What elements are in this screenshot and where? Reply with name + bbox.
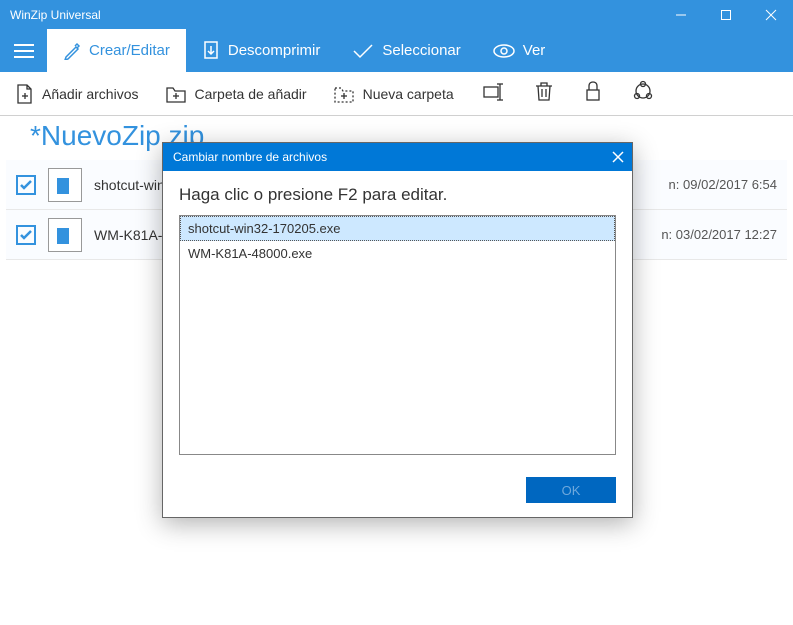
- new-folder-button[interactable]: Nueva carpeta: [333, 84, 454, 104]
- dialog-titlebar: Cambiar nombre de archivos: [163, 143, 632, 171]
- file-icon: [48, 168, 82, 202]
- maximize-button[interactable]: [703, 0, 748, 29]
- add-folder-button[interactable]: Carpeta de añadir: [165, 84, 307, 104]
- tab-label: Seleccionar: [382, 42, 460, 59]
- rename-icon[interactable]: [480, 79, 506, 108]
- hamburger-menu[interactable]: [0, 29, 47, 72]
- tab-create-edit[interactable]: Crear/Editar: [47, 29, 186, 72]
- folder-plus-icon: [165, 84, 187, 104]
- dialog-file-list[interactable]: shotcut-win32-170205.exe WM-K81A-48000.e…: [179, 215, 616, 455]
- tab-select[interactable]: Seleccionar: [336, 29, 476, 72]
- tab-label: Crear/Editar: [89, 42, 170, 59]
- tabbar: Crear/Editar Descomprimir Seleccionar Ve…: [0, 29, 793, 72]
- toolbar: Añadir archivos Carpeta de añadir Nueva …: [0, 72, 793, 116]
- dialog-message: Haga clic o presione F2 para editar.: [179, 185, 616, 205]
- rename-dialog: Cambiar nombre de archivos Haga clic o p…: [162, 142, 633, 518]
- delete-icon[interactable]: [532, 78, 556, 109]
- lock-icon[interactable]: [582, 78, 604, 109]
- check-icon: [352, 43, 374, 59]
- add-files-button[interactable]: Añadir archivos: [14, 83, 139, 105]
- toolbar-label: Carpeta de añadir: [195, 86, 307, 102]
- dialog-close-button[interactable]: [604, 143, 632, 171]
- titlebar: WinZip Universal: [0, 0, 793, 29]
- extract-icon: [202, 40, 220, 62]
- toolbar-label: Añadir archivos: [42, 86, 139, 102]
- dialog-list-item[interactable]: shotcut-win32-170205.exe: [180, 216, 615, 241]
- pencil-icon: [63, 42, 81, 60]
- dialog-title: Cambiar nombre de archivos: [173, 150, 327, 164]
- checkbox[interactable]: [16, 175, 36, 195]
- file-date: n: 09/02/2017 6:54: [669, 177, 777, 192]
- file-icon: [48, 218, 82, 252]
- close-icon: [612, 151, 624, 163]
- minimize-button[interactable]: [658, 0, 703, 29]
- tab-label: Ver: [523, 42, 546, 59]
- file-date: n: 03/02/2017 12:27: [661, 227, 777, 242]
- dialog-list-item[interactable]: WM-K81A-48000.exe: [180, 241, 615, 266]
- toolbar-label: Nueva carpeta: [363, 86, 454, 102]
- eye-icon: [493, 44, 515, 58]
- ok-button[interactable]: OK: [526, 477, 616, 503]
- tab-decompress[interactable]: Descomprimir: [186, 29, 337, 72]
- window-title: WinZip Universal: [10, 8, 101, 22]
- file-plus-icon: [14, 83, 34, 105]
- close-button[interactable]: [748, 0, 793, 29]
- tab-view[interactable]: Ver: [477, 29, 562, 72]
- folder-new-icon: [333, 84, 355, 104]
- share-icon[interactable]: [630, 78, 656, 109]
- checkbox[interactable]: [16, 225, 36, 245]
- tab-label: Descomprimir: [228, 42, 321, 59]
